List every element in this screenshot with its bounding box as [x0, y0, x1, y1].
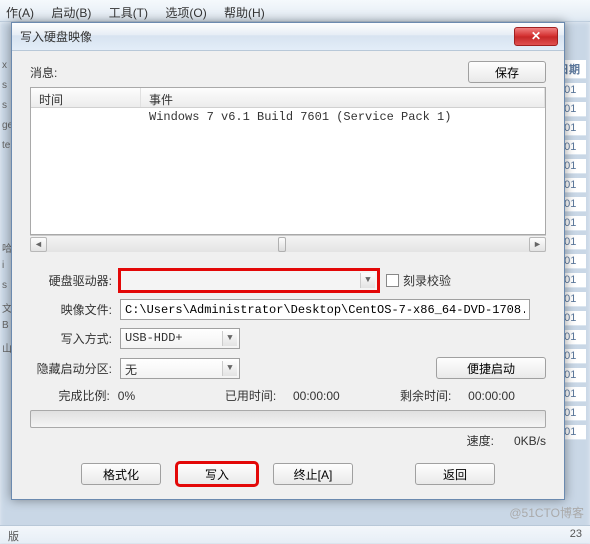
col-event[interactable]: 事件: [141, 88, 545, 107]
status-right: 23: [570, 528, 582, 540]
format-button[interactable]: 格式化: [81, 463, 161, 485]
list-body: Windows 7 v6.1 Build 7601 (Service Pack …: [31, 108, 545, 126]
horizontal-scrollbar[interactable]: ◄ ►: [30, 235, 546, 252]
titlebar[interactable]: 写入硬盘映像 ✕: [12, 23, 564, 51]
drive-label: 硬盘驱动器:: [30, 272, 120, 289]
cell-time: [31, 108, 141, 126]
write-mode-combobox[interactable]: USB-HDD+ ▼: [120, 328, 240, 349]
quick-boot-button[interactable]: 便捷启动: [436, 357, 546, 379]
hide-boot-label: 隐藏启动分区:: [30, 360, 120, 377]
chevron-down-icon[interactable]: ▼: [360, 273, 375, 288]
menu-item[interactable]: 作(A): [6, 6, 34, 20]
close-button[interactable]: ✕: [514, 27, 558, 46]
write-mode-label: 写入方式:: [30, 330, 120, 347]
elapsed-label: 已用时间:: [225, 387, 293, 404]
image-file-field[interactable]: [120, 299, 530, 320]
done-value: 0%: [118, 389, 196, 403]
remain-label: 剩余时间:: [400, 387, 468, 404]
speed-value: 0KB/s: [514, 434, 546, 448]
chevron-down-icon[interactable]: ▼: [222, 361, 237, 376]
write-disk-image-dialog: 写入硬盘映像 ✕ 消息: 保存 时间 事件 Windows 7 v6.1 Bui…: [11, 22, 565, 500]
verify-checkbox[interactable]: [386, 274, 399, 287]
speed-label: 速度:: [467, 434, 494, 448]
messages-label: 消息:: [30, 64, 57, 81]
menu-item[interactable]: 选项(O): [165, 6, 206, 20]
list-row[interactable]: Windows 7 v6.1 Build 7601 (Service Pack …: [31, 108, 545, 126]
image-file-label: 映像文件:: [30, 301, 120, 318]
abort-button[interactable]: 终止[A]: [273, 463, 353, 485]
close-icon: ✕: [531, 29, 541, 43]
menu-item[interactable]: 帮助(H): [224, 6, 265, 20]
status-left: 版: [8, 531, 19, 543]
menu-item[interactable]: 启动(B): [51, 6, 91, 20]
hide-boot-combobox[interactable]: 无 ▼: [120, 358, 240, 379]
background-statusbar: 版 23: [0, 525, 590, 543]
write-mode-value: USB-HDD+: [125, 331, 183, 345]
watermark: @51CTO博客: [509, 504, 584, 521]
save-button[interactable]: 保存: [468, 61, 546, 83]
verify-label: 刻录校验: [403, 272, 451, 289]
scroll-track[interactable]: [47, 237, 529, 252]
cell-event: Windows 7 v6.1 Build 7601 (Service Pack …: [141, 108, 545, 126]
scroll-left-icon[interactable]: ◄: [30, 237, 47, 252]
drive-combobox[interactable]: ▼: [120, 270, 378, 291]
scroll-thumb[interactable]: [278, 237, 286, 252]
remain-value: 00:00:00: [468, 389, 546, 403]
menu-item[interactable]: 工具(T): [109, 6, 148, 20]
dialog-title: 写入硬盘映像: [20, 28, 92, 45]
list-header: 时间 事件: [31, 88, 545, 108]
background-menubar: 作(A) 启动(B) 工具(T) 选项(O) 帮助(H): [0, 0, 590, 22]
done-label: 完成比例:: [30, 387, 118, 404]
messages-listview[interactable]: 时间 事件 Windows 7 v6.1 Build 7601 (Service…: [30, 87, 546, 235]
write-button[interactable]: 写入: [177, 463, 257, 485]
elapsed-value: 00:00:00: [293, 389, 371, 403]
scroll-right-icon[interactable]: ►: [529, 237, 546, 252]
col-time[interactable]: 时间: [31, 88, 141, 107]
hide-boot-value: 无: [125, 364, 137, 378]
progress-bar: [30, 410, 546, 428]
chevron-down-icon[interactable]: ▼: [222, 331, 237, 346]
back-button[interactable]: 返回: [415, 463, 495, 485]
